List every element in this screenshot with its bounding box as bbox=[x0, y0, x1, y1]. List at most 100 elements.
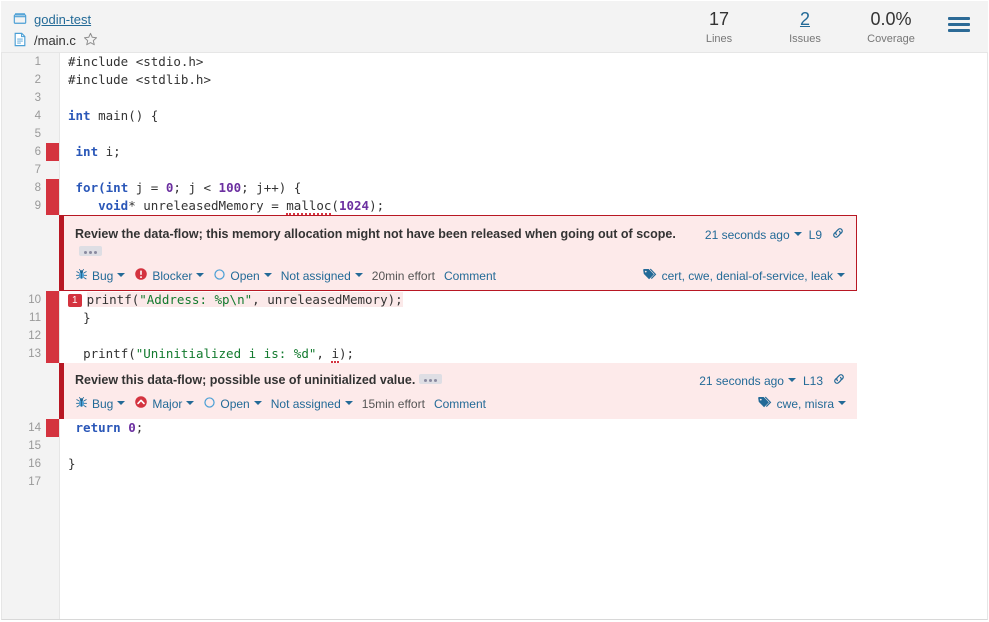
issue-date[interactable]: 21 seconds ago bbox=[705, 228, 790, 242]
issue-tags[interactable]: cert, cwe, denial-of-service, leak bbox=[642, 268, 845, 284]
chevron-down-icon[interactable] bbox=[186, 400, 195, 405]
code-text[interactable] bbox=[59, 161, 987, 179]
issue-tags[interactable]: cwe, misra bbox=[757, 396, 846, 412]
code-keyword: void bbox=[98, 198, 129, 213]
line-number: 8 bbox=[34, 182, 41, 194]
code-text[interactable] bbox=[59, 125, 987, 143]
bug-icon bbox=[75, 268, 88, 284]
code-text[interactable]: } bbox=[59, 455, 987, 473]
code-text[interactable]: return 0; bbox=[59, 419, 987, 437]
code-number: 0 bbox=[128, 420, 136, 435]
issue-marker bbox=[46, 455, 59, 473]
issue-marker bbox=[46, 437, 59, 455]
issue-status-label: Open bbox=[220, 396, 250, 411]
issue-severity[interactable]: Blocker bbox=[134, 267, 205, 284]
issue-type[interactable]: Bug bbox=[75, 268, 126, 284]
code-line-2: 2 #include <stdlib.h> bbox=[2, 71, 987, 89]
code-text[interactable]: printf("Uninitialized i is: %d", i); bbox=[59, 345, 987, 363]
code-text[interactable] bbox=[59, 437, 987, 455]
code-text[interactable]: int i; bbox=[59, 143, 987, 161]
issue-card[interactable]: Review this data-flow; possible use of u… bbox=[59, 363, 857, 419]
issue-status[interactable]: Open bbox=[203, 396, 262, 412]
issue-marker bbox=[46, 419, 59, 437]
file-icon bbox=[13, 32, 27, 50]
issue-marker bbox=[46, 345, 59, 363]
code-token: ( bbox=[331, 198, 339, 213]
chevron-down-icon[interactable] bbox=[253, 400, 262, 405]
issue-marker bbox=[46, 143, 59, 161]
code-text[interactable] bbox=[59, 473, 987, 491]
issue-line-ref: L9 bbox=[808, 227, 822, 242]
issue-assignee[interactable]: Not assigned bbox=[271, 397, 353, 411]
major-icon bbox=[134, 395, 148, 412]
file-path: /main.c bbox=[34, 33, 76, 48]
issue-card[interactable]: Review the data-flow; this memory alloca… bbox=[59, 215, 857, 291]
code-text[interactable]: } bbox=[59, 309, 987, 327]
issue-type[interactable]: Bug bbox=[75, 396, 126, 412]
line-number: 12 bbox=[28, 330, 41, 342]
issue-severity[interactable]: Major bbox=[134, 395, 195, 412]
issue-marker bbox=[46, 291, 59, 309]
file-metrics: 17 Lines 2 Issues 0.0% Coverage bbox=[676, 1, 988, 47]
open-circle-icon bbox=[203, 396, 216, 412]
link-icon[interactable] bbox=[832, 372, 846, 389]
issue-comment-button[interactable]: Comment bbox=[434, 397, 486, 411]
ellipsis-icon[interactable] bbox=[79, 246, 102, 256]
bug-icon bbox=[75, 396, 88, 412]
code-text[interactable]: #include <stdio.h> bbox=[59, 53, 987, 71]
chevron-down-icon[interactable] bbox=[117, 272, 126, 277]
issue-meta: 21 seconds ago L9 bbox=[705, 225, 845, 243]
code-text[interactable]: void* unreleasedMemory = malloc(1024); bbox=[59, 197, 987, 215]
chevron-down-icon[interactable] bbox=[117, 400, 126, 405]
issue-assignee-label: Not assigned bbox=[270, 396, 341, 411]
code-text[interactable] bbox=[59, 327, 987, 345]
issue-severity-label: Blocker bbox=[152, 268, 193, 283]
issue-status-label: Open bbox=[230, 268, 260, 283]
link-icon[interactable] bbox=[831, 226, 845, 243]
line-number: 13 bbox=[28, 348, 41, 360]
issue-comment-label: Comment bbox=[433, 396, 486, 411]
chevron-down-icon[interactable] bbox=[344, 400, 353, 405]
issue-comment-button[interactable]: Comment bbox=[444, 269, 496, 283]
code-text[interactable]: for(int j = 0; j < 100; j++) { bbox=[59, 179, 987, 197]
code-line-16: 16 } bbox=[2, 455, 987, 473]
project-link[interactable]: godin-test bbox=[34, 12, 91, 27]
line-number: 17 bbox=[28, 476, 41, 488]
code-text[interactable]: 1 printf("Address: %p\n", unreleasedMemor… bbox=[59, 291, 987, 309]
code-highlight: printf("Address: %p\n", unreleasedMemory… bbox=[86, 292, 403, 307]
code-keyword: int bbox=[68, 108, 91, 123]
code-token: main() { bbox=[90, 108, 159, 123]
issue-marker bbox=[46, 327, 59, 345]
code-token: #include <stdlib.h> bbox=[68, 72, 211, 87]
line-number: 15 bbox=[28, 440, 41, 452]
issue-status[interactable]: Open bbox=[213, 268, 272, 284]
issue-tags-label: cert, cwe, denial-of-service, leak bbox=[661, 268, 833, 283]
folder-icon bbox=[13, 11, 27, 28]
chevron-down-icon[interactable] bbox=[837, 272, 845, 277]
line-issue-count-badge[interactable]: 1 bbox=[68, 294, 82, 307]
chevron-down-icon[interactable] bbox=[196, 272, 205, 277]
metric-coverage: 0.0% Coverage bbox=[848, 9, 934, 47]
issue-line-ref: L13 bbox=[802, 373, 823, 388]
code-text[interactable]: #include <stdlib.h> bbox=[59, 71, 987, 89]
code-token: , bbox=[316, 346, 332, 361]
hamburger-icon[interactable] bbox=[948, 17, 970, 35]
issue-header: Review the data-flow; this memory alloca… bbox=[75, 225, 845, 261]
chevron-down-icon[interactable] bbox=[838, 400, 846, 405]
code-text[interactable]: int main() { bbox=[59, 107, 987, 125]
ellipsis-icon[interactable] bbox=[419, 374, 443, 384]
issue-date[interactable]: 21 seconds ago bbox=[699, 374, 784, 388]
issue-assignee[interactable]: Not assigned bbox=[281, 269, 363, 283]
issue-marker bbox=[46, 53, 59, 71]
chevron-down-icon[interactable] bbox=[263, 272, 272, 277]
metric-issues-value[interactable]: 2 bbox=[774, 9, 836, 30]
code-line-4: 4 int main() { bbox=[2, 107, 987, 125]
chevron-down-icon[interactable] bbox=[787, 377, 796, 382]
chevron-down-icon[interactable] bbox=[793, 231, 802, 236]
code-text[interactable] bbox=[59, 89, 987, 107]
star-icon[interactable] bbox=[83, 32, 98, 50]
code-line-5: 5 bbox=[2, 125, 987, 143]
code-keyword: return bbox=[75, 420, 121, 435]
code-token: } bbox=[83, 310, 91, 325]
chevron-down-icon[interactable] bbox=[354, 272, 363, 277]
